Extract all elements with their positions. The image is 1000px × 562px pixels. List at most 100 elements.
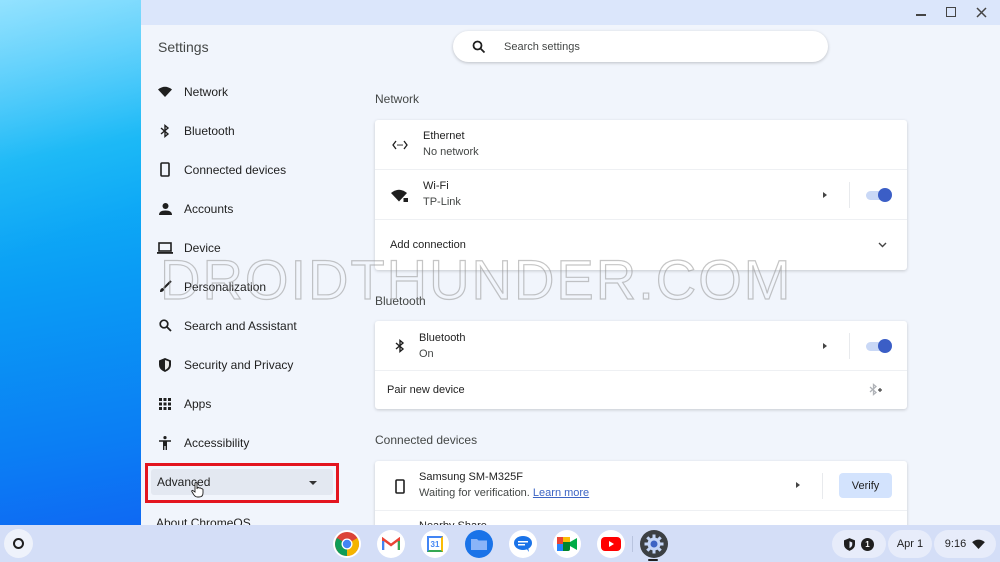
wallpaper bbox=[0, 0, 145, 530]
sidebar-item-bluetooth[interactable]: Bluetooth bbox=[141, 111, 341, 150]
section-title-bluetooth: Bluetooth bbox=[375, 294, 426, 308]
settings-app-icon[interactable] bbox=[640, 530, 668, 558]
sidebar-item-label: Bluetooth bbox=[184, 123, 235, 138]
launcher-button[interactable] bbox=[4, 529, 33, 558]
shelf-divider bbox=[632, 536, 633, 552]
advanced-highlight-box: Advanced bbox=[145, 463, 339, 503]
wifi-toggle[interactable] bbox=[866, 188, 892, 202]
device-row[interactable]: Samsung SM-M325F Waiting for verificatio… bbox=[375, 461, 907, 511]
calendar-day: 31 bbox=[427, 536, 443, 552]
ethernet-icon bbox=[391, 136, 409, 154]
chrome-app-icon[interactable] bbox=[333, 530, 361, 558]
device-status: Waiting for verification. Learn more bbox=[419, 487, 589, 499]
divider bbox=[849, 182, 850, 208]
wifi-details-arrow-icon[interactable] bbox=[823, 192, 827, 198]
sidebar-item-label: Accounts bbox=[184, 201, 234, 216]
sidebar-item-label: Connected devices bbox=[184, 162, 287, 177]
sidebar-item-label: Device bbox=[184, 240, 221, 255]
minimize-icon bbox=[916, 14, 926, 16]
learn-more-link[interactable]: Learn more bbox=[533, 487, 589, 499]
search-input[interactable] bbox=[504, 40, 784, 53]
ethernet-name: Ethernet bbox=[423, 130, 465, 142]
pair-new-device-row[interactable]: Pair new device bbox=[375, 371, 907, 409]
shield-icon bbox=[844, 537, 855, 551]
sidebar-item-label: Search and Assistant bbox=[184, 318, 297, 333]
close-icon bbox=[975, 6, 987, 18]
search-icon bbox=[472, 40, 486, 53]
notification-count-badge: 1 bbox=[861, 537, 874, 551]
sidebar-item-label: Accessibility bbox=[184, 435, 250, 450]
settings-window: Settings Network Bluetooth Connected dev… bbox=[141, 0, 1000, 525]
hand-cursor-icon bbox=[191, 482, 204, 498]
accessibility-icon bbox=[157, 435, 173, 451]
bluetooth-row[interactable]: Bluetooth On bbox=[375, 321, 907, 371]
ethernet-status: No network bbox=[423, 146, 479, 158]
bluetooth-icon bbox=[157, 123, 173, 139]
phone-icon bbox=[391, 477, 409, 495]
sidebar-item-apps[interactable]: Apps bbox=[141, 384, 341, 423]
phone-icon bbox=[157, 162, 173, 178]
maximize-icon bbox=[946, 7, 956, 17]
bluetooth-toggle[interactable] bbox=[866, 339, 892, 353]
sidebar-item-label: Apps bbox=[184, 396, 212, 411]
chevron-down-icon[interactable] bbox=[878, 242, 887, 248]
maximize-button[interactable] bbox=[942, 3, 960, 21]
files-app-icon[interactable] bbox=[465, 530, 493, 558]
device-details-arrow-icon[interactable] bbox=[796, 482, 800, 488]
shelf: 31 1 Apr 1 9:16 bbox=[0, 525, 1000, 562]
bluetooth-details-arrow-icon[interactable] bbox=[823, 343, 827, 349]
messages-app-icon[interactable] bbox=[509, 530, 537, 558]
close-button[interactable] bbox=[972, 3, 990, 21]
sidebar-item-connected-devices[interactable]: Connected devices bbox=[141, 150, 341, 189]
sidebar-item-security-and-privacy[interactable]: Security and Privacy bbox=[141, 345, 341, 384]
sidebar-item-network[interactable]: Network bbox=[141, 72, 341, 111]
sidebar-item-device[interactable]: Device bbox=[141, 228, 341, 267]
wifi-row[interactable]: Wi-Fi TP-Link bbox=[375, 170, 907, 220]
date-tray[interactable]: Apr 1 bbox=[888, 530, 932, 558]
ethernet-row[interactable]: Ethernet No network bbox=[375, 120, 907, 170]
status-tray-notifications[interactable]: 1 bbox=[832, 530, 886, 558]
sidebar-item-search-and-assistant[interactable]: Search and Assistant bbox=[141, 306, 341, 345]
bluetooth-status: On bbox=[419, 348, 434, 360]
search-box[interactable] bbox=[453, 31, 828, 62]
shield-icon bbox=[157, 357, 173, 373]
google-meet-app-icon[interactable] bbox=[553, 530, 581, 558]
laptop-icon bbox=[157, 240, 173, 256]
wifi-icon bbox=[972, 539, 986, 549]
pair-new-device-label: Pair new device bbox=[387, 384, 465, 396]
caret-down-icon bbox=[309, 481, 317, 485]
youtube-app-icon[interactable] bbox=[597, 530, 625, 558]
window-controls bbox=[912, 3, 990, 21]
apps-grid-icon bbox=[157, 396, 173, 412]
brush-icon bbox=[157, 279, 173, 295]
sidebar-item-personalization[interactable]: Personalization bbox=[141, 267, 341, 306]
gmail-app-icon[interactable] bbox=[377, 530, 405, 558]
wifi-network-name: TP-Link bbox=[423, 196, 461, 208]
verify-button[interactable]: Verify bbox=[839, 473, 892, 498]
connected-devices-card: Samsung SM-M325F Waiting for verificatio… bbox=[375, 461, 907, 525]
sidebar-item-advanced[interactable]: Advanced bbox=[151, 469, 333, 498]
sidebar-item-accessibility[interactable]: Accessibility bbox=[141, 423, 341, 462]
bluetooth-add-icon bbox=[869, 383, 882, 396]
clock-time: 9:16 bbox=[944, 538, 967, 550]
sidebar-item-label: Security and Privacy bbox=[184, 357, 294, 372]
add-connection-row[interactable]: Add connection bbox=[375, 220, 907, 270]
sidebar-item-about-chromeos[interactable]: About ChromeOS bbox=[156, 516, 251, 525]
wifi-locked-icon bbox=[391, 187, 409, 205]
add-connection-label: Add connection bbox=[390, 239, 466, 251]
network-card: Ethernet No network Wi-Fi TP-Link Add co… bbox=[375, 120, 907, 270]
bluetooth-name: Bluetooth bbox=[419, 332, 466, 344]
device-status-text: Waiting for verification. bbox=[419, 487, 530, 499]
minimize-button[interactable] bbox=[912, 3, 930, 21]
time-tray[interactable]: 9:16 bbox=[934, 530, 996, 558]
search-icon bbox=[157, 318, 173, 334]
device-name: Samsung SM-M325F bbox=[419, 471, 523, 483]
divider bbox=[849, 333, 850, 359]
sidebar-item-accounts[interactable]: Accounts bbox=[141, 189, 341, 228]
divider bbox=[822, 473, 823, 499]
calendar-app-icon[interactable]: 31 bbox=[421, 530, 449, 558]
app-title: Settings bbox=[158, 39, 209, 55]
section-title-connected-devices: Connected devices bbox=[375, 433, 478, 447]
nearby-share-row[interactable]: Nearby Share bbox=[375, 511, 907, 525]
sidebar-item-label: Personalization bbox=[184, 279, 267, 294]
